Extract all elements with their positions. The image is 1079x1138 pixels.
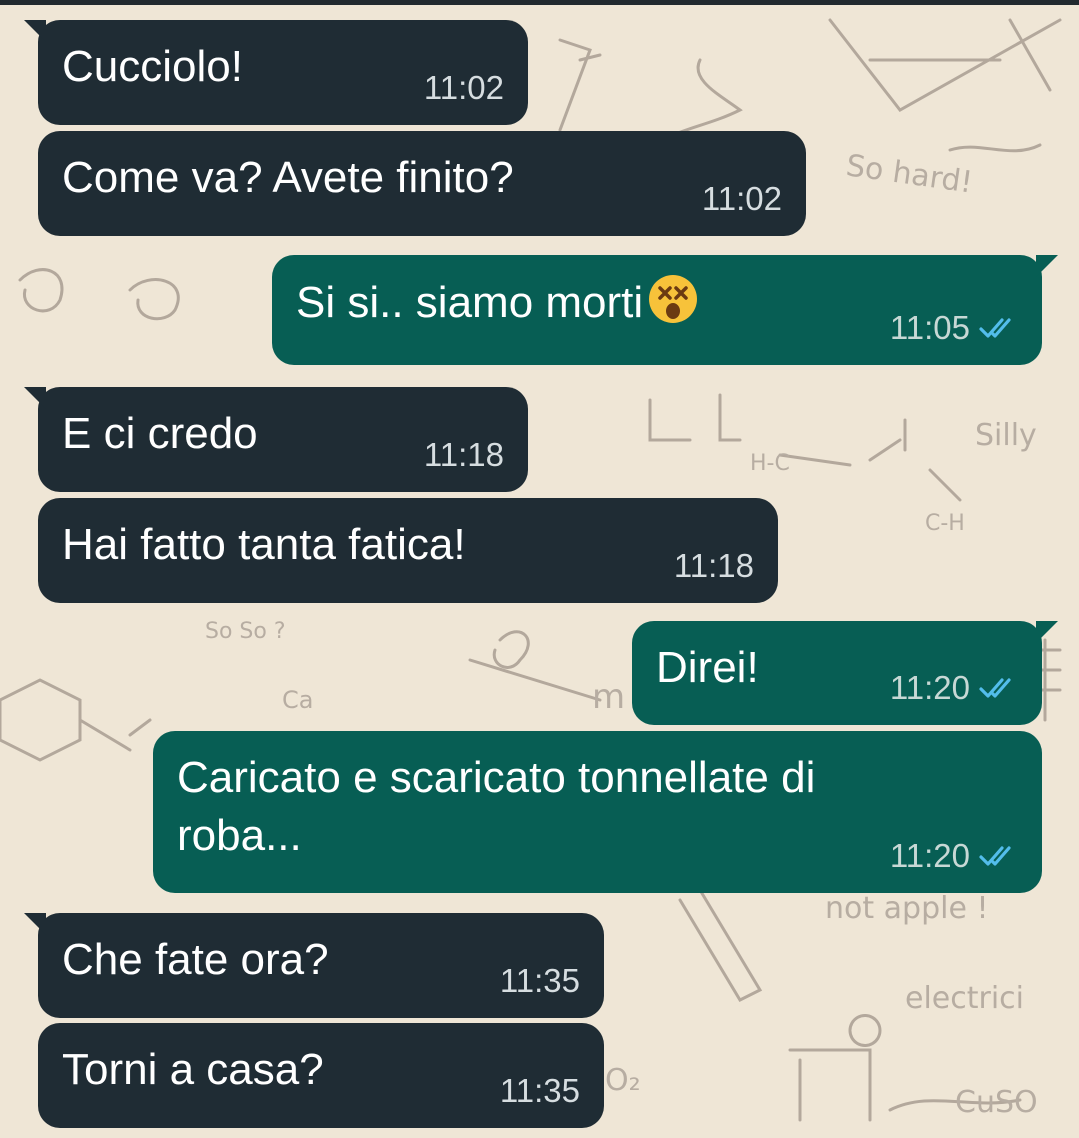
message-bubble-outgoing[interactable]: Caricato e scaricato tonnellate di roba.… <box>153 731 1042 893</box>
message-text: Come va? Avete finito? <box>62 153 514 202</box>
message-text: Hai fatto tanta fatica! <box>62 520 466 569</box>
message-bubble-incoming[interactable]: Cucciolo! 11:02 <box>24 20 528 125</box>
message-meta: 11:18 <box>674 547 754 585</box>
message-text: Direi! <box>656 643 759 692</box>
message-time: 11:35 <box>499 1072 580 1109</box>
message-bubble-incoming[interactable]: Torni a casa? 11:35 <box>38 1023 604 1128</box>
message-time: 11:02 <box>423 69 504 106</box>
message-time: 11:18 <box>423 436 504 473</box>
doodle-h-c: H-C <box>750 451 790 476</box>
doodle-cuso: CuSO <box>955 1085 1038 1120</box>
message-text: Caricato e scaricato tonnellate di roba.… <box>177 753 816 860</box>
message-meta: 11:20 <box>890 669 1018 707</box>
message-text: Si si.. siamo morti <box>296 278 644 327</box>
dizzy-face-emoji <box>649 275 698 323</box>
message-time: 11:02 <box>701 180 782 217</box>
message-text: Torni a casa? <box>62 1045 324 1094</box>
message-bubble-outgoing[interactable]: Direi! 11:20 <box>632 621 1058 725</box>
message-meta: 11:35 <box>500 962 580 1000</box>
message-meta: 11:02 <box>702 180 782 218</box>
doodle-o2: O₂ <box>605 1063 641 1098</box>
message-meta: 11:35 <box>500 1072 580 1110</box>
doodle-ca: Ca <box>282 686 313 714</box>
doodle-electrici: electrici <box>905 981 1024 1016</box>
doodle-so-hard: So hard! <box>844 148 975 200</box>
message-meta: 11:20 <box>890 837 1018 875</box>
message-bubble-incoming[interactable]: Che fate ora? 11:35 <box>24 913 604 1018</box>
message-text: Che fate ora? <box>62 935 329 984</box>
read-receipt-icon <box>979 846 1011 866</box>
message-bubble-incoming[interactable]: Come va? Avete finito? 11:02 <box>38 131 806 236</box>
message-time: 11:35 <box>499 962 580 999</box>
doodle-silly: Silly <box>975 418 1037 453</box>
doodle-not-apple: not apple ! <box>825 891 989 926</box>
message-bubble-outgoing[interactable]: Si si.. siamo morti 11:05 <box>272 255 1058 365</box>
message-text: Cucciolo! <box>62 42 243 91</box>
message-meta: 11:18 <box>424 436 504 474</box>
message-meta: 11:05 <box>890 309 1018 347</box>
message-bubble-incoming[interactable]: E ci credo 11:18 <box>24 387 528 492</box>
message-meta: 11:02 <box>424 69 504 107</box>
message-time: 11:20 <box>889 669 970 706</box>
read-receipt-icon <box>979 318 1011 338</box>
message-text: E ci credo <box>62 409 258 458</box>
message-time: 11:18 <box>673 547 754 584</box>
doodle-m: m <box>592 677 625 717</box>
doodle-c-h: C-H <box>925 511 965 536</box>
message-time: 11:20 <box>889 837 970 874</box>
read-receipt-icon <box>979 678 1011 698</box>
message-bubble-incoming[interactable]: Hai fatto tanta fatica! 11:18 <box>38 498 778 603</box>
message-content: Si si.. siamo morti <box>296 273 699 332</box>
doodle-so-so: So So ? <box>205 619 286 644</box>
message-time: 11:05 <box>889 309 970 346</box>
